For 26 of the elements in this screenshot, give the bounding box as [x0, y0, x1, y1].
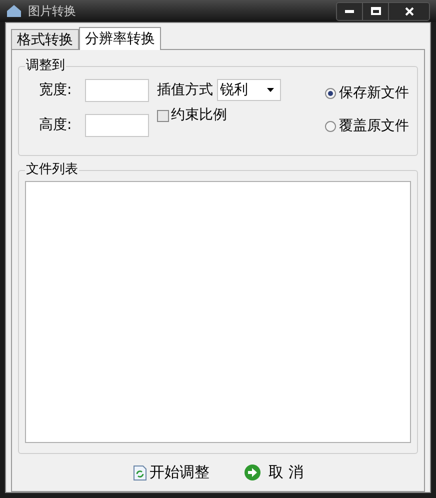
close-button[interactable]	[389, 2, 429, 20]
start-button[interactable]: 开始调整	[130, 461, 212, 484]
width-field[interactable]	[85, 79, 149, 102]
interpolation-dropdown[interactable]: 锐利	[217, 79, 281, 101]
caret-icon	[267, 88, 274, 92]
cancel-button[interactable]: 取 消	[242, 461, 306, 484]
tab[interactable]: 分辨率转换	[79, 27, 161, 50]
height-label: 高度:	[39, 116, 73, 135]
interpolation-label: 插值方式	[157, 80, 213, 100]
arrow-right-icon	[244, 464, 261, 481]
maximize-button[interactable]	[363, 2, 389, 20]
radio-option[interactable]: 覆盖原文件	[325, 116, 409, 137]
keep-ratio-checkbox[interactable]: 约束比例	[157, 105, 281, 126]
height-field[interactable]	[85, 114, 149, 137]
maximize-icon	[370, 7, 380, 15]
window-title: 图片转换	[28, 3, 76, 20]
width-label: 宽度:	[39, 81, 73, 100]
house-icon	[6, 4, 22, 18]
group-title: 调整到	[25, 58, 66, 74]
tab[interactable]: 格式转换	[11, 29, 79, 49]
minimize-button[interactable]	[337, 2, 363, 20]
radio-option[interactable]: 保存新文件	[325, 83, 409, 104]
document-refresh-icon	[132, 464, 147, 480]
minimize-icon	[345, 10, 354, 12]
group-title: 文件列表	[25, 162, 79, 178]
close-icon	[404, 6, 414, 16]
